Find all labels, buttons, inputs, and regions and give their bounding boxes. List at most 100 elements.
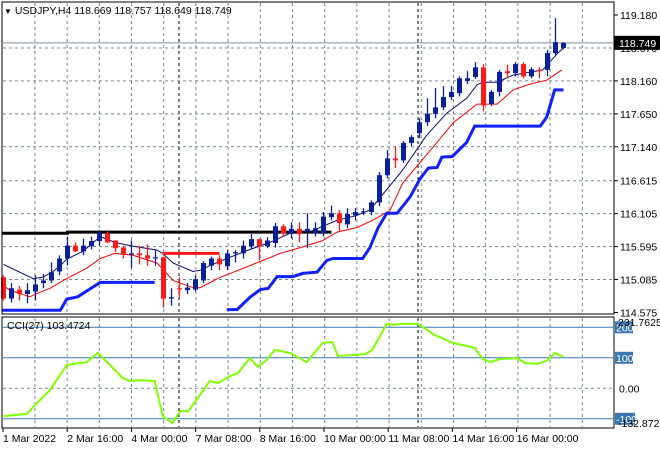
candle-body — [329, 213, 334, 218]
candle-body — [377, 175, 382, 203]
bearish-candle — [17, 285, 22, 301]
slow-moving-average-line — [3, 69, 563, 298]
candle-body — [513, 64, 518, 74]
candle-body — [409, 137, 414, 143]
candle-body — [81, 245, 86, 252]
bullish-candle — [473, 62, 478, 79]
bullish-candle — [225, 250, 230, 271]
candles — [1, 18, 566, 308]
bullish-candle — [409, 135, 414, 147]
bullish-candle — [57, 255, 62, 276]
candle-body — [521, 64, 526, 77]
price-tick-label: 116.615 — [620, 176, 657, 188]
candle-body — [233, 252, 238, 254]
candle-body — [465, 78, 470, 81]
candle-body — [193, 279, 198, 290]
bearish-candle — [113, 240, 118, 253]
price-tick-label: 118.160 — [620, 76, 657, 88]
candle-body — [201, 263, 206, 281]
bearish-candle — [337, 210, 342, 233]
bullish-candle — [249, 233, 254, 250]
bearish-candle — [281, 224, 286, 237]
current-price-label: 118.749 — [619, 38, 656, 50]
bullish-candle — [289, 222, 294, 239]
bullish-candle — [305, 213, 310, 249]
time-axis-label: 2 Mar 16:00 — [67, 433, 123, 445]
price-tick-label: 115.595 — [620, 242, 657, 254]
bullish-candle — [401, 140, 406, 163]
cci-level-label: 100 — [616, 353, 634, 365]
candle-body — [9, 288, 14, 299]
time-axis-label: 7 Mar 08:00 — [196, 433, 252, 445]
bullish-candle — [273, 223, 278, 248]
candle-body — [545, 53, 550, 70]
bearish-candle — [145, 244, 150, 266]
cci-min-label: -132.8725 — [618, 418, 660, 430]
time-axis-label: 8 Mar 16:00 — [260, 433, 316, 445]
candle-body — [121, 247, 126, 255]
candle-body — [369, 202, 374, 213]
candle-body — [321, 216, 326, 234]
candle-body — [345, 213, 350, 225]
bullish-candle — [377, 171, 382, 207]
bullish-candle — [369, 200, 374, 216]
candle-body — [385, 158, 390, 176]
bullish-candle — [9, 283, 14, 303]
candle-body — [561, 42, 566, 49]
bullish-candle — [209, 256, 214, 271]
candle-body — [401, 142, 406, 161]
cci-panel — [3, 322, 613, 425]
bullish-candle — [169, 288, 174, 306]
price-tick-label: 117.650 — [620, 109, 657, 121]
bullish-candle — [201, 261, 206, 284]
axes: 119.180118.670118.160117.650117.140116.6… — [2, 10, 660, 445]
candle-body — [89, 241, 94, 247]
bullish-candle — [241, 240, 246, 259]
time-axis-label: 16 Mar 00:00 — [517, 433, 579, 445]
candle-body — [225, 253, 230, 267]
candle-body — [249, 239, 254, 247]
cci-indicator-label: CCI(27) 103.4724 — [7, 320, 91, 332]
candle-body — [529, 69, 534, 77]
candle-body — [505, 71, 510, 74]
fast-moving-average-line — [3, 47, 564, 280]
candle-body — [353, 212, 358, 216]
candle-body — [313, 228, 318, 234]
candle-body — [177, 288, 182, 290]
candle-body — [553, 42, 558, 54]
bearish-candle — [537, 67, 542, 79]
candle-body — [97, 233, 102, 242]
candle-body — [161, 257, 166, 299]
bullish-candle — [81, 238, 86, 256]
bullish-candle — [457, 76, 462, 97]
candle-body — [305, 228, 310, 232]
candle-body — [417, 122, 422, 134]
candle-body — [137, 253, 142, 256]
candle-body — [217, 258, 222, 265]
price-tick-label: 119.180 — [620, 10, 657, 22]
candle-body — [393, 158, 398, 161]
bullish-candle — [553, 18, 558, 56]
candle-body — [489, 91, 494, 105]
candle-body — [441, 97, 446, 108]
time-axis-label: 4 Mar 00:00 — [131, 433, 187, 445]
bearish-candle — [137, 245, 142, 265]
bearish-candle — [481, 64, 486, 112]
bearish-candle — [177, 277, 182, 298]
candle-body — [153, 257, 158, 259]
bullish-candle — [425, 98, 430, 127]
bullish-candle — [25, 283, 30, 304]
price-chart[interactable]: 119.180118.670118.160117.650117.140116.6… — [0, 0, 660, 450]
bullish-candle — [497, 69, 502, 97]
bullish-candle — [545, 49, 550, 77]
candle-body — [105, 233, 110, 243]
candle-body — [41, 280, 46, 284]
candle-body — [289, 228, 294, 234]
main-chart-frame — [1, 1, 615, 315]
bullish-candle — [49, 262, 54, 284]
price-tick-label: 116.105 — [620, 209, 657, 221]
candle-body — [337, 213, 342, 224]
bearish-candle — [161, 257, 166, 308]
candle-body — [281, 226, 286, 234]
candle-body — [57, 258, 62, 272]
